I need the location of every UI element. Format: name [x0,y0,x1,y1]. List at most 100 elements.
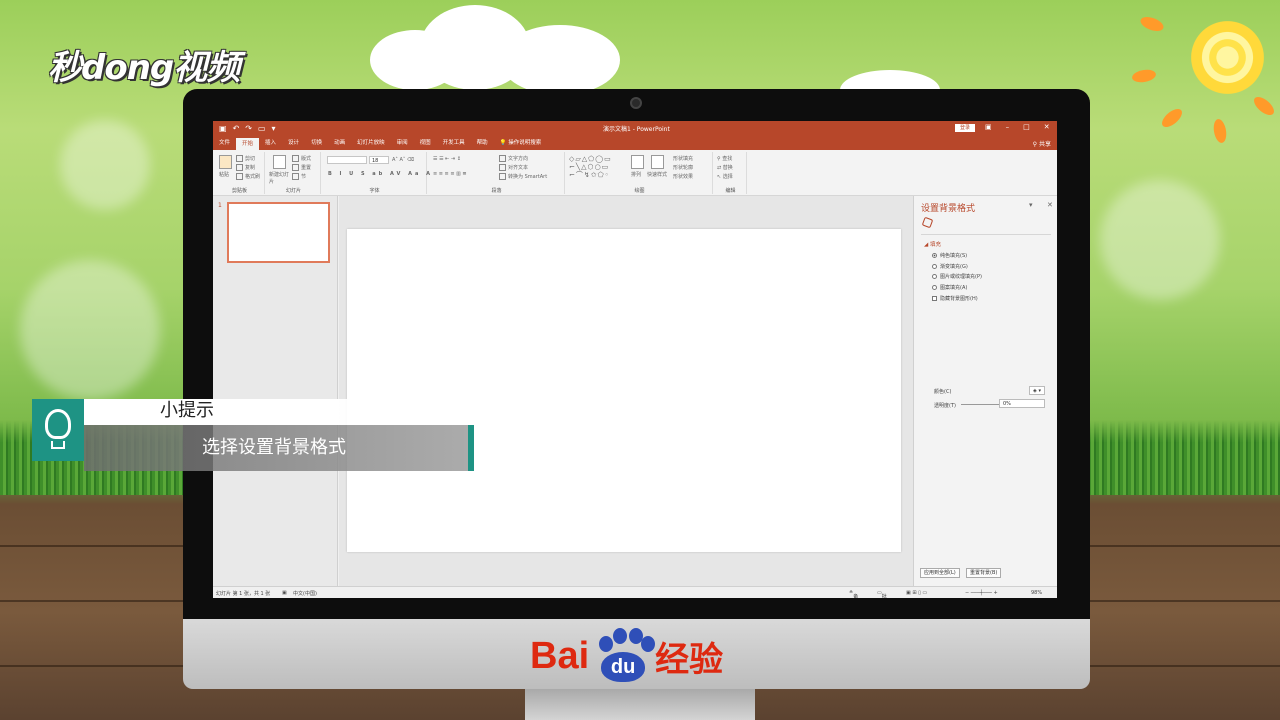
gradient-fill-radio[interactable] [932,264,937,269]
hide-bg-graphics-checkbox[interactable] [932,296,937,301]
undo-icon[interactable]: ↶ [233,124,240,133]
comments-button[interactable]: ▭ 批注 [877,590,887,598]
zoom-slider[interactable]: − ───┼─── + [965,590,998,596]
select-label: 选择 [722,174,733,180]
maximize-icon[interactable]: □ [1023,123,1030,131]
pattern-fill-radio[interactable] [932,285,937,290]
smartart-button[interactable]: 转换为 SmartArt [499,173,547,180]
color-picker-button[interactable]: ◈ ▾ [1029,386,1045,395]
tab-developer[interactable]: 开发工具 [437,136,471,150]
tab-view[interactable]: 视图 [414,136,437,150]
tab-help[interactable]: 帮助 [471,136,494,150]
solid-fill-option[interactable]: 纯色填充(S) [932,252,967,259]
tab-review[interactable]: 审阅 [391,136,414,150]
gradient-fill-label: 渐变填充(G) [940,264,968,270]
new-slide-label[interactable]: 新建幻灯片 [269,171,291,185]
solid-fill-radio[interactable] [932,253,937,258]
shape-effects-button[interactable]: 形状效果 [673,173,693,180]
list-buttons[interactable]: ☰ ☰ ⇤ ⇥ ↕ [433,156,461,162]
quick-styles-icon[interactable] [651,155,664,169]
slide-canvas[interactable] [347,229,901,552]
fill-section-header[interactable]: ◢ 填充 [924,240,941,248]
notes-label: 备注 [853,594,859,598]
tab-home[interactable]: 开始 [236,138,260,150]
font-style-buttons[interactable]: B I U S ab AV Aa A [328,171,433,177]
shapes-gallery[interactable]: ◇▱△⬠◯▭ ⌐╲△⬡○▭ ⌐⌒↯✩⬠◦ [569,155,627,179]
start-slideshow-icon[interactable]: ▭ [258,124,266,133]
format-painter-icon [236,173,243,180]
group-paragraph: ☰ ☰ ⇤ ⇥ ↕ ≡ ≡ ≡ ≡ ▥ ≣ 文字方向 对齐文本 转换为 Smar… [429,152,565,194]
hide-bg-graphics-option[interactable]: 隐藏背景图形(H) [932,295,978,302]
arrange-icon[interactable] [631,155,644,169]
pane-options-icon[interactable]: ▾ [1029,201,1033,209]
picture-fill-option[interactable]: 图片或纹理填充(P) [932,273,982,280]
arrange-label[interactable]: 排列 [631,171,641,178]
tip-text: 选择设置背景格式 [84,425,474,471]
quick-styles-label[interactable]: 快速样式 [647,171,667,178]
tab-insert[interactable]: 插入 [259,136,282,150]
font-name-field[interactable] [327,156,367,164]
align-buttons[interactable]: ≡ ≡ ≡ ≡ ▥ ≣ [433,171,467,177]
replace-button[interactable]: ⇄ 替换 [717,164,733,171]
format-painter-button[interactable]: 格式刷 [236,173,260,180]
select-button[interactable]: ↖ 选择 [717,173,733,180]
save-icon[interactable]: ▣ [219,124,227,133]
gradient-fill-option[interactable]: 渐变填充(G) [932,263,968,270]
copy-button[interactable]: 复制 [236,164,255,171]
tab-file[interactable]: 文件 [213,136,236,150]
baidu-du-text: du [601,652,646,682]
comments-label: 批注 [881,594,887,598]
ribbon-display-icon[interactable]: ▣ [985,123,992,131]
find-button[interactable]: ⚲ 查找 [717,155,732,162]
tab-animations[interactable]: 动画 [328,136,351,150]
tab-design[interactable]: 设计 [282,136,305,150]
tab-transitions[interactable]: 切换 [305,136,328,150]
shape-outline-button[interactable]: 形状轮廓 [673,164,693,171]
view-buttons[interactable]: ▣ ⊞ ▯ ▭ [906,590,927,596]
pane-close-icon[interactable]: ✕ [1047,201,1053,209]
fill-bucket-icon[interactable] [921,216,934,229]
font-grow-shrink[interactable]: A˄ A˅ ⌫ [392,157,414,163]
apply-to-all-button[interactable]: 应用到全部(L) [920,568,960,578]
sun-ray [1131,68,1157,84]
paste-label[interactable]: 粘贴 [219,171,229,178]
site-logo: 秒dong视频 [48,48,240,88]
tab-slideshow[interactable]: 幻灯片放映 [351,136,391,150]
text-direction-button[interactable]: 文字方向 [499,155,528,162]
login-button[interactable]: 登录 [955,124,975,132]
close-icon[interactable]: ✕ [1044,123,1050,131]
reset-button[interactable]: 重置 [292,164,311,171]
text-direction-label: 文字方向 [508,156,529,162]
align-text-button[interactable]: 对齐文本 [499,164,528,171]
notes-button[interactable]: ≙ 备注 [849,590,858,598]
language-status[interactable]: 中文(中国) [293,590,317,597]
transparency-spinner[interactable]: 0% [999,399,1045,408]
hide-bg-graphics-label: 隐藏背景图形(H) [940,296,978,302]
reset-background-button[interactable]: 重置背景(B) [966,568,1002,578]
copy-icon [236,164,243,171]
font-size-field[interactable]: 18 [369,156,389,164]
transparency-slider[interactable] [961,404,999,405]
share-button[interactable]: ⚲ 共享 [1033,139,1051,148]
picture-fill-radio[interactable] [932,274,937,279]
zoom-level[interactable]: 98% [1031,590,1042,596]
section-button[interactable]: 节 [292,173,306,180]
section-label: 节 [301,174,307,180]
paste-icon[interactable] [219,155,232,169]
cut-button[interactable]: 剪切 [236,155,255,162]
redo-icon[interactable]: ↷ [245,124,252,133]
group-clipboard: 粘贴 剪切 复制 格式刷 剪贴板 [215,152,265,194]
sun-ray [1158,105,1186,131]
layout-button[interactable]: 版式 [292,155,311,162]
powerpoint-window: ▣ ↶ ↷ ▭ ▾ 演示文稿1 - PowerPoint 登录 ▣ – □ ✕ … [213,121,1057,598]
pattern-fill-option[interactable]: 图案填充(A) [932,284,967,291]
reset-icon [292,164,299,171]
spellcheck-icon[interactable]: ▣ [282,590,287,596]
customize-qat-icon[interactable]: ▾ [272,124,276,133]
tell-me-search[interactable]: 💡 操作说明搜索 [494,136,548,150]
shape-fill-button[interactable]: 形状填充 [673,155,693,162]
tip-lightbulb-badge [32,399,84,461]
new-slide-icon[interactable] [273,155,286,169]
minimize-icon[interactable]: – [1006,123,1010,131]
slide-thumbnail[interactable] [227,202,330,263]
